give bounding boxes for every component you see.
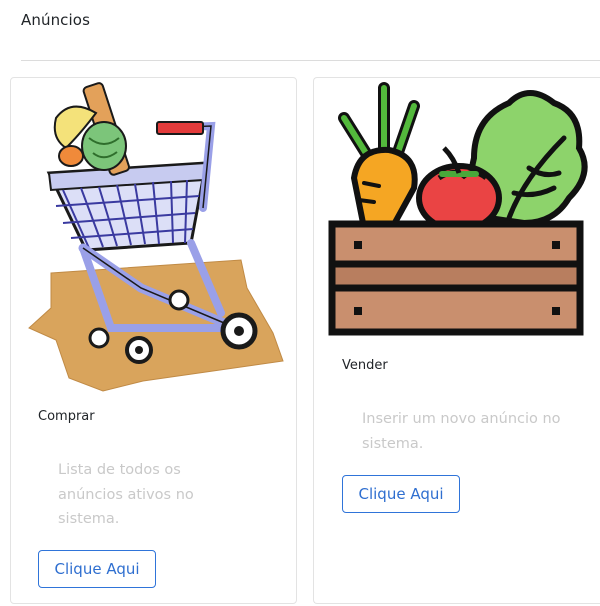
card-title-vender: Vender: [342, 358, 388, 373]
card-vender: Vender Inserir um novo anúncio no sistem…: [313, 77, 600, 604]
clique-aqui-vender-button[interactable]: Clique Aqui: [342, 475, 460, 513]
card-text-vender: Inserir um novo anúncio no sistema.: [362, 411, 561, 452]
page-title: Anúncios: [21, 11, 90, 29]
card-text-comprar: Lista de todos os anúncios ativos no sis…: [58, 462, 194, 527]
vegetable-crate-icon: [328, 82, 588, 336]
clique-aqui-comprar-button[interactable]: Clique Aqui: [38, 550, 156, 588]
shopping-cart-icon: [28, 82, 284, 392]
card-title-comprar: Comprar: [38, 409, 95, 424]
page-header: Anúncios: [21, 0, 600, 61]
card-comprar: Comprar Lista de todos os anúncios ativo…: [10, 77, 297, 604]
